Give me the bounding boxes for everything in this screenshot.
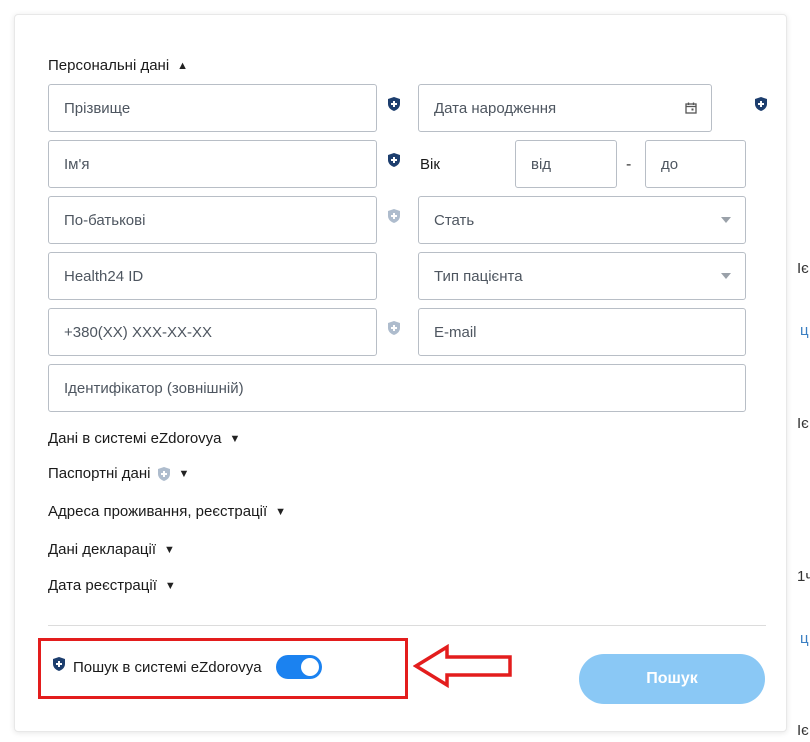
caret-up-icon: ▲ [177,59,189,72]
section-declaration-label: Дані декларації [48,541,156,558]
shield-plus-icon [388,153,400,167]
search-button[interactable]: Пошук [579,654,765,704]
footer-divider [48,625,766,626]
gender-placeholder: Стать [434,211,475,229]
shield-plus-icon [388,97,400,111]
background-text-fragment: 1ч [797,568,810,585]
gender-select[interactable]: Стать [418,196,746,244]
patient-type-select[interactable]: Тип пацієнта [418,252,746,300]
phone-placeholder: +380(XX) XXX-XX-XX [64,323,212,341]
background-link-fragment: ц [800,322,809,339]
section-ezdorovya-label: Дані в системі eZdorovya [48,430,222,447]
age-to-placeholder: до [661,155,679,173]
surname-input[interactable]: Прізвище [48,84,377,132]
caret-down-icon: ▼ [164,579,176,592]
email-input[interactable]: E-mail [418,308,746,356]
section-personal-data-toggle[interactable]: Персональні дані ▲ [48,57,188,74]
health24-id-input[interactable]: Health24 ID [48,252,377,300]
external-id-placeholder: Ідентифікатор (зовнішній) [64,379,244,397]
email-placeholder: E-mail [434,323,477,341]
caret-down-icon: ▼ [178,467,190,480]
phone-input[interactable]: +380(XX) XXX-XX-XX [48,308,377,356]
birthdate-input[interactable]: Дата народження [418,84,712,132]
caret-down-icon: ▼ [275,505,287,518]
section-address-toggle[interactable]: Адреса проживання, реєстрації ▼ [48,503,286,520]
age-from-placeholder: від [531,155,552,173]
patronymic-placeholder: По-батькові [64,211,146,229]
shield-plus-icon [388,209,400,223]
age-to-input[interactable]: до [645,140,746,188]
left-arrow-icon [413,644,512,688]
name-input[interactable]: Ім'я [48,140,377,188]
section-passport-label: Паспортні дані [48,465,151,482]
age-range-dash: - [626,156,632,173]
chevron-down-icon [721,273,731,279]
section-ezdorovya-toggle[interactable]: Дані в системі eZdorovya ▼ [48,430,240,447]
chevron-down-icon [721,217,731,223]
external-id-input[interactable]: Ідентифікатор (зовнішній) [48,364,746,412]
shield-plus-icon [158,466,171,481]
shield-plus-icon [755,97,767,111]
health24-id-placeholder: Health24 ID [64,267,144,285]
background-text-fragment: Іє [797,722,809,739]
birthdate-placeholder: Дата народження [434,99,557,117]
background-text-fragment: Іє [797,415,809,432]
surname-placeholder: Прізвище [64,99,131,117]
shield-plus-icon [388,321,400,335]
background-link-fragment: ц [800,630,809,647]
highlight-box [38,638,408,699]
section-declaration-toggle[interactable]: Дані декларації ▼ [48,541,175,558]
section-registration-date-label: Дата реєстрації [48,577,157,594]
patronymic-input[interactable]: По-батькові [48,196,377,244]
section-registration-date-toggle[interactable]: Дата реєстрації ▼ [48,577,176,594]
calendar-icon[interactable] [685,102,697,114]
section-passport-toggle[interactable]: Паспортні дані ▼ [48,465,189,482]
age-label: Вік [420,156,440,173]
background-text-fragment: Іє [797,260,809,277]
section-address-label: Адреса проживання, реєстрації [48,503,268,520]
caret-down-icon: ▼ [229,432,241,445]
name-placeholder: Ім'я [64,155,90,173]
section-personal-data-label: Персональні дані [48,57,170,74]
age-from-input[interactable]: від [515,140,617,188]
caret-down-icon: ▼ [163,543,175,556]
patient-type-placeholder: Тип пацієнта [434,267,523,285]
